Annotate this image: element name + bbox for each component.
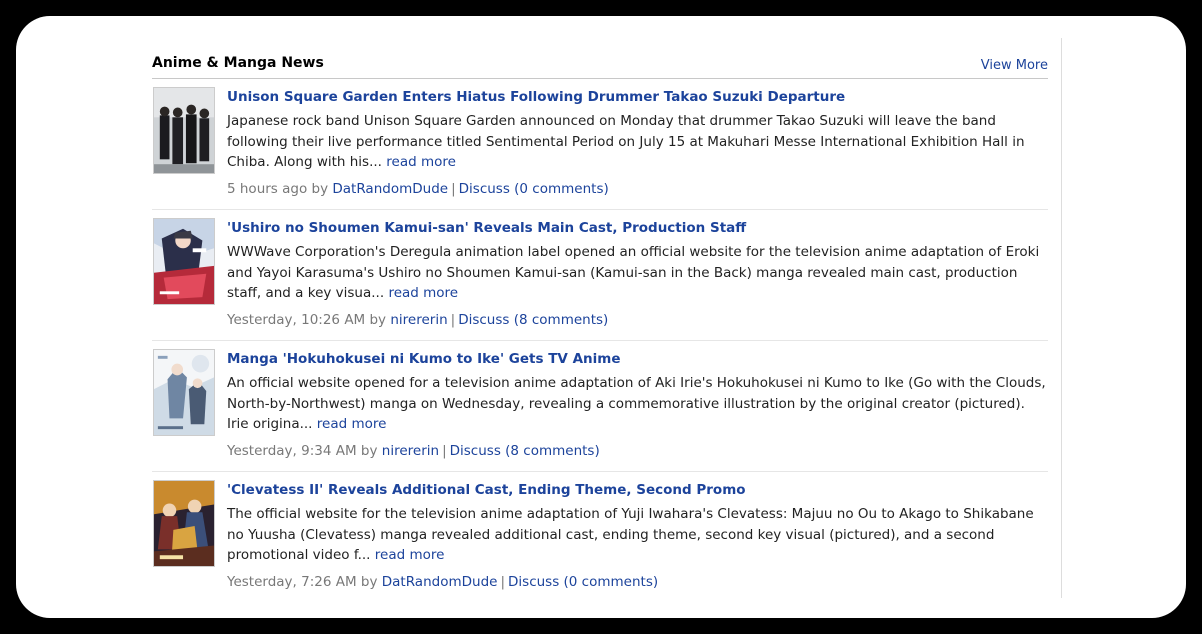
news-excerpt: The official website for the television … <box>227 504 1048 566</box>
read-more-link[interactable]: read more <box>388 285 458 301</box>
news-card: Anime & Manga News View More Unison Squa… <box>16 16 1186 618</box>
section-title: Anime & Manga News <box>152 55 324 71</box>
news-item: Unison Square Garden Enters Hiatus Follo… <box>152 79 1048 210</box>
discuss-link[interactable]: Discuss (0 comments) <box>508 574 658 590</box>
author-link[interactable]: nirererin <box>382 443 439 459</box>
discuss-link[interactable]: Discuss (8 comments) <box>450 443 600 459</box>
news-thumbnail[interactable] <box>153 87 215 174</box>
read-more-link[interactable]: read more <box>317 416 387 432</box>
news-body: Unison Square Garden Enters Hiatus Follo… <box>227 87 1048 198</box>
excerpt-text: Japanese rock band Unison Square Garden … <box>227 113 1025 170</box>
news-excerpt: WWWave Corporation's Deregula animation … <box>227 242 1048 304</box>
excerpt-text: The official website for the television … <box>227 506 1034 563</box>
news-title-link[interactable]: Unison Square Garden Enters Hiatus Follo… <box>227 87 1048 107</box>
discuss-link[interactable]: Discuss (0 comments) <box>459 181 609 197</box>
news-thumbnail[interactable] <box>153 480 215 567</box>
author-link[interactable]: DatRandomDude <box>382 574 498 590</box>
news-item: 'Ushiro no Shoumen Kamui-san' Reveals Ma… <box>152 210 1048 341</box>
meta-separator: | <box>450 311 456 328</box>
news-meta: Yesterday, 7:26 AM by DatRandomDude | Disc… <box>227 573 1048 591</box>
read-more-link[interactable]: read more <box>386 154 456 170</box>
news-meta: Yesterday, 9:34 AM by nirererin | Discuss … <box>227 442 1048 460</box>
news-item: Manga 'Hokuhokusei ni Kumo to Ike' Gets … <box>152 341 1048 472</box>
discuss-link[interactable]: Discuss (8 comments) <box>458 312 608 328</box>
excerpt-text: WWWave Corporation's Deregula animation … <box>227 244 1040 301</box>
author-link[interactable]: DatRandomDude <box>332 181 448 197</box>
author-link[interactable]: nirererin <box>390 312 447 328</box>
news-widget: Anime & Manga News View More Unison Squa… <box>152 54 1048 602</box>
news-body: 'Clevatess II' Reveals Additional Cast, … <box>227 480 1048 591</box>
posted-time: Yesterday, 7:26 AM by <box>227 573 378 590</box>
news-body: 'Ushiro no Shoumen Kamui-san' Reveals Ma… <box>227 218 1048 329</box>
news-thumbnail[interactable] <box>153 349 215 436</box>
posted-time: Yesterday, 9:34 AM by <box>227 442 378 459</box>
news-excerpt: Japanese rock band Unison Square Garden … <box>227 111 1048 173</box>
column-divider <box>1061 38 1062 598</box>
meta-separator: | <box>500 573 506 590</box>
meta-separator: | <box>451 180 456 197</box>
news-title-link[interactable]: 'Ushiro no Shoumen Kamui-san' Reveals Ma… <box>227 218 1048 238</box>
news-header: Anime & Manga News View More <box>152 54 1048 79</box>
view-more-link[interactable]: View More <box>981 58 1048 73</box>
news-title-link[interactable]: 'Clevatess II' Reveals Additional Cast, … <box>227 480 1048 500</box>
news-thumbnail[interactable] <box>153 218 215 305</box>
news-title-link[interactable]: Manga 'Hokuhokusei ni Kumo to Ike' Gets … <box>227 349 1048 369</box>
posted-time: Yesterday, 10:26 AM by <box>227 311 387 328</box>
news-item: 'Clevatess II' Reveals Additional Cast, … <box>152 472 1048 602</box>
read-more-link[interactable]: read more <box>375 547 445 563</box>
news-body: Manga 'Hokuhokusei ni Kumo to Ike' Gets … <box>227 349 1048 460</box>
meta-separator: | <box>442 442 447 459</box>
news-meta: 5 hours ago by DatRandomDude | Discuss (0 … <box>227 180 1048 198</box>
posted-time: 5 hours ago by <box>227 180 329 197</box>
news-meta: Yesterday, 10:26 AM by nirererin | Discuss… <box>227 311 1048 329</box>
news-excerpt: An official website opened for a televis… <box>227 373 1048 435</box>
